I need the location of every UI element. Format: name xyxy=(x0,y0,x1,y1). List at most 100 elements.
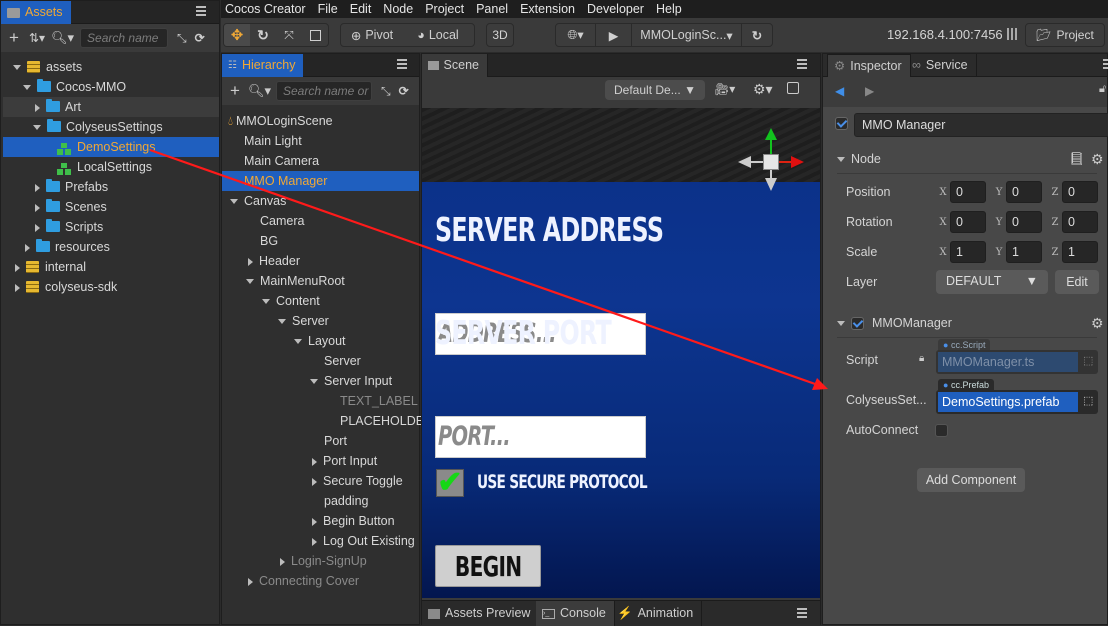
refresh-button[interactable]: ↻ xyxy=(742,24,772,46)
scale-tool-button[interactable]: ⤧ xyxy=(276,24,302,46)
asset-item[interactable]: internal xyxy=(3,257,219,277)
hierarchy-node[interactable]: Server xyxy=(222,311,419,331)
hierarchy-node[interactable]: Log Out Existing xyxy=(222,531,419,551)
preview-scene-dropdown[interactable]: MMOLoginSc... ▾ xyxy=(632,24,742,46)
node-enabled-checkbox[interactable] xyxy=(835,117,848,133)
hierarchy-node[interactable]: Layout xyxy=(222,331,419,351)
hierarchy-node[interactable]: Canvas xyxy=(222,191,419,211)
pick-icon[interactable]: ⬚ xyxy=(1083,394,1093,407)
gear-icon[interactable]: ⚙▾ xyxy=(753,81,773,98)
rotation-y-input[interactable]: 0 xyxy=(1006,211,1042,233)
chevron-down-icon[interactable] xyxy=(13,65,21,71)
hierarchy-node[interactable]: Server Input xyxy=(222,371,419,391)
chevron-down-icon[interactable] xyxy=(33,125,41,131)
refresh-icon[interactable]: ⟳ xyxy=(399,84,409,98)
assets-search-input[interactable]: Search name xyxy=(80,28,169,48)
menu-edit[interactable]: Edit xyxy=(344,2,378,16)
menu-help[interactable]: Help xyxy=(650,2,688,16)
tab-hierarchy[interactable]: ☷ Hierarchy xyxy=(222,54,304,77)
menu-file[interactable]: File xyxy=(312,2,344,16)
begin-button[interactable]: BEGIN xyxy=(435,545,541,587)
project-button[interactable]: 📂︎ Project xyxy=(1025,23,1105,47)
position-z-input[interactable]: 0 xyxy=(1062,181,1098,203)
chevron-down-icon[interactable] xyxy=(310,379,318,385)
back-icon[interactable]: ◀ xyxy=(835,84,844,98)
add-component-button[interactable]: Add Component xyxy=(917,468,1025,492)
hierarchy-node[interactable]: PLACEHOLDER xyxy=(222,411,433,431)
asset-item[interactable]: colyseus-sdk xyxy=(3,277,219,297)
x-axis-arrow-icon[interactable] xyxy=(791,156,804,168)
hierarchy-node[interactable]: Header xyxy=(222,251,419,271)
menu-project[interactable]: Project xyxy=(419,2,470,16)
panel-menu-icon[interactable] xyxy=(797,59,807,69)
hierarchy-node[interactable]: Login-SignUp xyxy=(222,551,419,571)
secure-checkbox[interactable]: ✔ xyxy=(436,468,464,498)
search-filter-icon[interactable]: 🔍︎▾ xyxy=(51,30,74,46)
collapse-icon[interactable]: ⤡ xyxy=(177,31,187,46)
search-filter-icon[interactable]: 🔍︎▾ xyxy=(248,83,271,99)
chevron-down-icon[interactable] xyxy=(278,319,286,325)
scene-viewport[interactable]: SERVER ADDRESS ADDRESS... SERVER PORT PO… xyxy=(422,108,820,598)
component-enabled-checkbox[interactable] xyxy=(851,316,864,330)
book-icon[interactable]: 📘︎ xyxy=(1069,152,1085,167)
hierarchy-node[interactable]: MainMenuRoot xyxy=(222,271,419,291)
asset-item[interactable]: ColyseusSettings xyxy=(3,117,219,137)
node-section-header[interactable]: Node 📘︎ ⚙ xyxy=(823,147,1107,171)
transform-gizmo[interactable] xyxy=(738,128,804,194)
sort-icon[interactable]: ⇅▾ xyxy=(29,31,45,45)
add-icon[interactable]: + xyxy=(230,81,240,101)
play-button[interactable]: ▶ xyxy=(596,24,632,46)
hierarchy-node[interactable]: Main Camera xyxy=(222,151,419,171)
asset-item[interactable]: Art xyxy=(3,97,219,117)
hierarchy-node[interactable]: padding xyxy=(222,491,419,511)
chevron-right-icon[interactable] xyxy=(248,257,253,266)
chevron-right-icon[interactable] xyxy=(35,223,40,232)
chevron-down-icon[interactable] xyxy=(23,85,31,91)
chevron-right-icon[interactable] xyxy=(25,243,30,252)
asset-item[interactable]: resources xyxy=(3,237,219,257)
node-name-input[interactable]: MMO Manager xyxy=(854,113,1108,137)
rotation-z-input[interactable]: 0 xyxy=(1062,211,1098,233)
move-tool-button[interactable]: ✥ xyxy=(224,24,250,46)
forward-icon[interactable]: ▶ xyxy=(865,84,874,98)
menu-developer[interactable]: Developer xyxy=(581,2,650,16)
component-header[interactable]: MMOManager ⚙ xyxy=(823,311,1107,335)
tab-assets-preview[interactable]: Assets Preview xyxy=(422,601,540,626)
lock-icon[interactable]: 🔓︎ xyxy=(1099,83,1106,96)
collapse-icon[interactable]: ⤡ xyxy=(381,84,391,99)
hierarchy-search-input[interactable]: Search name or xyxy=(275,81,372,101)
colyseus-settings-field[interactable]: DemoSettings.prefab ⬚ xyxy=(936,390,1098,414)
hierarchy-node[interactable]: Content xyxy=(222,291,419,311)
colyseus-settings-value[interactable]: DemoSettings.prefab xyxy=(938,392,1078,412)
asset-item[interactable]: LocalSettings xyxy=(3,157,219,177)
position-y-input[interactable]: 0 xyxy=(1006,181,1042,203)
tab-service[interactable]: ∞ Service xyxy=(906,54,977,77)
chevron-right-icon[interactable] xyxy=(280,557,285,566)
chevron-right-icon[interactable] xyxy=(35,203,40,212)
gear-icon[interactable]: ⚙ xyxy=(1091,315,1104,332)
chevron-right-icon[interactable] xyxy=(35,183,40,192)
asset-item[interactable]: Scripts xyxy=(3,217,219,237)
chevron-right-icon[interactable] xyxy=(15,283,20,292)
hierarchy-node[interactable]: MMO Manager xyxy=(222,171,419,191)
pivot-button[interactable]: ⊕ Pivot xyxy=(341,24,403,46)
chevron-down-icon[interactable] xyxy=(230,199,238,205)
hierarchy-node[interactable]: Main Light xyxy=(222,131,419,151)
asset-item[interactable]: DemoSettings xyxy=(3,137,219,157)
hierarchy-node[interactable]: 💧︎ MMOLoginScene xyxy=(222,111,419,131)
panel-menu-icon[interactable] xyxy=(1103,59,1108,69)
menu-extension[interactable]: Extension xyxy=(514,2,581,16)
chevron-down-icon[interactable] xyxy=(294,339,302,345)
scale-x-input[interactable]: 1 xyxy=(950,241,986,263)
gear-icon[interactable]: ⚙ xyxy=(1091,151,1104,168)
chevron-right-icon[interactable] xyxy=(248,577,253,586)
scale-y-input[interactable]: 1 xyxy=(1006,241,1042,263)
camera-icon[interactable]: 🎥︎▾ xyxy=(714,82,735,96)
panel-menu-icon[interactable] xyxy=(196,6,206,16)
tab-animation[interactable]: ⚡ Animation xyxy=(611,601,703,626)
autoconnect-checkbox[interactable] xyxy=(935,424,948,440)
rotation-x-input[interactable]: 0 xyxy=(950,211,986,233)
chevron-right-icon[interactable] xyxy=(312,517,317,526)
asset-item[interactable]: Cocos-MMO xyxy=(3,77,219,97)
pick-icon[interactable]: ⬚ xyxy=(1083,354,1093,367)
